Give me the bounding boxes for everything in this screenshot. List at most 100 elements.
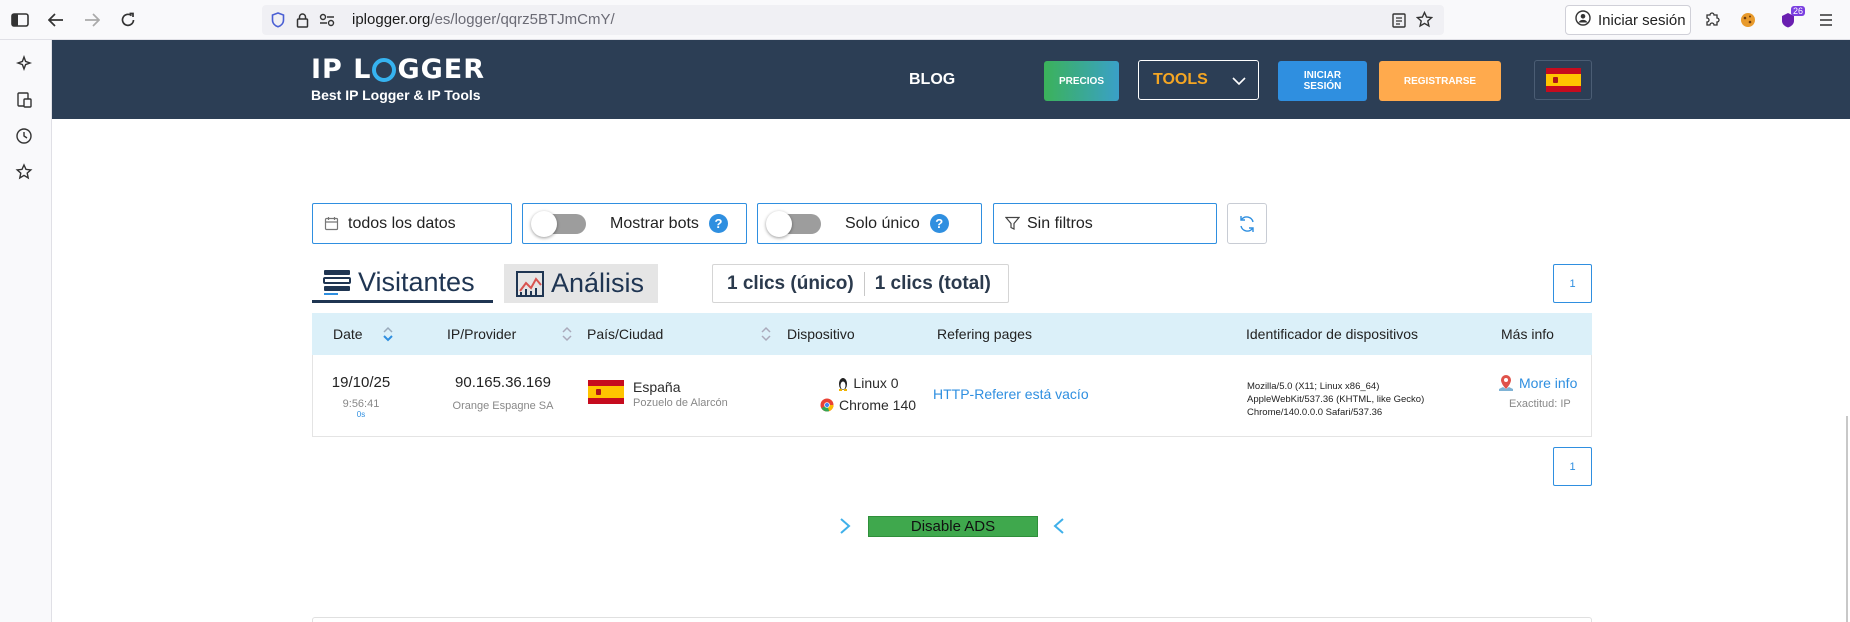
synced-tabs-icon[interactable] xyxy=(13,89,35,111)
disable-ads-button[interactable]: Disable ADS xyxy=(868,516,1038,537)
ip-sort-icon[interactable] xyxy=(561,324,573,349)
tools-dropdown[interactable]: TOOLS xyxy=(1138,60,1259,100)
device-browser: Chrome 140 xyxy=(808,397,928,413)
register-button[interactable]: REGISTRARSE xyxy=(1379,61,1501,101)
more-info-link[interactable]: More info xyxy=(1498,374,1591,392)
shield-icon[interactable] xyxy=(271,12,285,33)
visitor-country: España xyxy=(633,379,681,395)
unique-only-filter: Solo único ? xyxy=(757,203,982,244)
site-header: IP L GGER Best IP Logger & IP Tools BLOG … xyxy=(52,40,1850,119)
unique-only-toggle[interactable] xyxy=(766,210,821,237)
address-bar[interactable]: iplogger.org/es/logger/qqrz5BTJmCmY/ xyxy=(262,5,1444,35)
user-agent-line: Chrome/140.0.0.0 Safari/537.36 xyxy=(1247,407,1383,418)
right-arrow-decoration xyxy=(1051,517,1223,540)
ai-sparkle-icon[interactable] xyxy=(13,53,35,75)
logo-eye-icon xyxy=(372,57,397,82)
show-bots-toggle[interactable] xyxy=(531,210,586,237)
pagination-bottom-page[interactable]: 1 xyxy=(1553,447,1592,486)
site-logo[interactable]: IP L GGER Best IP Logger & IP Tools xyxy=(311,54,485,103)
visitors-list-icon xyxy=(322,267,352,297)
logo-text-left: IP L xyxy=(311,54,372,85)
refresh-icon xyxy=(1237,214,1257,234)
user-agent-line: AppleWebKit/537.36 (KHTML, like Gecko) xyxy=(1247,394,1425,405)
spain-flag-icon xyxy=(588,380,624,404)
tools-label: TOOLS xyxy=(1153,71,1208,88)
spain-flag-icon xyxy=(1545,68,1581,92)
filters-dropdown[interactable]: Sin filtros xyxy=(993,203,1217,244)
col-referer: Refering pages xyxy=(937,326,1032,342)
tab-analysis-label: Análisis xyxy=(551,268,645,298)
ublock-extension-icon[interactable]: 26 xyxy=(1774,6,1806,34)
col-device-id: Identificador de dispositivos xyxy=(1246,326,1418,342)
analytics-chart-icon xyxy=(515,269,545,299)
lock-icon[interactable] xyxy=(296,12,309,33)
history-icon[interactable] xyxy=(13,125,35,147)
tab-visitors[interactable]: Visitantes xyxy=(312,264,493,303)
col-ip-provider[interactable]: IP/Provider xyxy=(447,326,516,342)
login-button[interactable]: INICIAR SESIÓN xyxy=(1278,61,1367,101)
country-sort-icon[interactable] xyxy=(760,324,772,349)
tab-analysis[interactable]: Análisis xyxy=(504,264,658,303)
map-pin-icon xyxy=(1498,374,1514,392)
app-menu-icon[interactable] xyxy=(1812,6,1840,34)
chevron-down-icon xyxy=(1232,73,1246,91)
visitor-ip[interactable]: 90.165.36.169 xyxy=(433,374,573,391)
url-host: iplogger.org xyxy=(352,11,431,28)
site-permissions-icon[interactable] xyxy=(319,13,335,32)
next-panel-edge xyxy=(312,617,1592,622)
unique-only-label: Solo único xyxy=(845,214,920,232)
chrome-icon xyxy=(820,398,834,412)
extensions-icon[interactable] xyxy=(1698,6,1726,34)
unique-only-help-icon[interactable]: ? xyxy=(929,214,949,233)
visitor-provider: Orange Espagne SA xyxy=(452,400,554,412)
col-device: Dispositivo xyxy=(787,326,855,342)
table-row: 19/10/25 9:56:41 0s 90.165.36.169 Orange… xyxy=(312,355,1592,437)
col-date[interactable]: Date xyxy=(333,326,363,342)
back-icon[interactable] xyxy=(42,6,70,34)
device-os: Linux 0 xyxy=(808,375,928,391)
page-scrollbar[interactable] xyxy=(1846,416,1848,622)
col-country-city[interactable]: País/Ciudad xyxy=(587,326,663,342)
total-clicks: 1 clics (total) xyxy=(874,272,991,294)
login-label-line2: SESIÓN xyxy=(1303,81,1342,92)
device-cell: Linux 0 Chrome 140 xyxy=(808,375,928,413)
table-header: Date IP/Provider País/Ciudad Dispositivo… xyxy=(312,313,1592,355)
linux-icon xyxy=(837,376,849,391)
filters-value: Sin filtros xyxy=(1027,214,1093,232)
clicks-counter: 1 clics (único) 1 clics (total) xyxy=(712,264,1009,303)
reload-icon[interactable] xyxy=(114,6,142,34)
accuracy-label: Exactitud: IP xyxy=(1509,398,1571,410)
bookmarks-icon[interactable] xyxy=(13,161,35,183)
browser-sidebar xyxy=(0,40,52,622)
calendar-icon xyxy=(324,216,339,231)
forward-icon[interactable] xyxy=(78,6,106,34)
unique-clicks: 1 clics (único) xyxy=(727,272,854,294)
date-sort-icon[interactable] xyxy=(382,324,394,349)
reader-view-icon[interactable] xyxy=(1392,13,1406,33)
date-range-picker[interactable]: todos los datos xyxy=(312,203,512,244)
refresh-button[interactable] xyxy=(1227,203,1267,244)
more-info-cell: More info Exactitud: IP xyxy=(1486,374,1591,410)
user-agent: Mozilla/5.0 (X11; Linux x86_64) AppleWeb… xyxy=(1247,380,1424,419)
col-more-info: Más info xyxy=(1501,326,1554,342)
show-bots-help-icon[interactable]: ? xyxy=(708,214,728,233)
nav-blog-link[interactable]: BLOG xyxy=(909,71,955,89)
referer-link[interactable]: HTTP-Referer está vacío xyxy=(933,386,1089,402)
logo-wordmark: IP L GGER xyxy=(311,54,485,85)
bookmark-star-icon[interactable] xyxy=(1415,10,1434,33)
tab-visitors-label: Visitantes xyxy=(358,266,475,297)
language-selector[interactable] xyxy=(1534,60,1592,100)
pagination-top-page[interactable]: 1 xyxy=(1553,264,1592,303)
browser-signin-label: Iniciar sesión xyxy=(1598,11,1686,29)
browser-signin-button[interactable]: Iniciar sesión xyxy=(1565,5,1691,35)
login-label-line1: INICIAR xyxy=(1303,70,1342,81)
sidebar-toggle-icon[interactable] xyxy=(6,6,34,34)
logo-subtitle: Best IP Logger & IP Tools xyxy=(311,87,481,103)
visit-time: 9:56:41 xyxy=(342,398,380,410)
cookie-extension-icon[interactable] xyxy=(1734,6,1762,34)
url-text: iplogger.org/es/logger/qqrz5BTJmCmY/ xyxy=(352,11,615,28)
pricing-button[interactable]: PRECIOS xyxy=(1044,61,1119,101)
device-os-label: Linux 0 xyxy=(853,375,899,391)
funnel-icon xyxy=(1005,216,1020,231)
show-bots-label: Mostrar bots xyxy=(610,214,699,232)
